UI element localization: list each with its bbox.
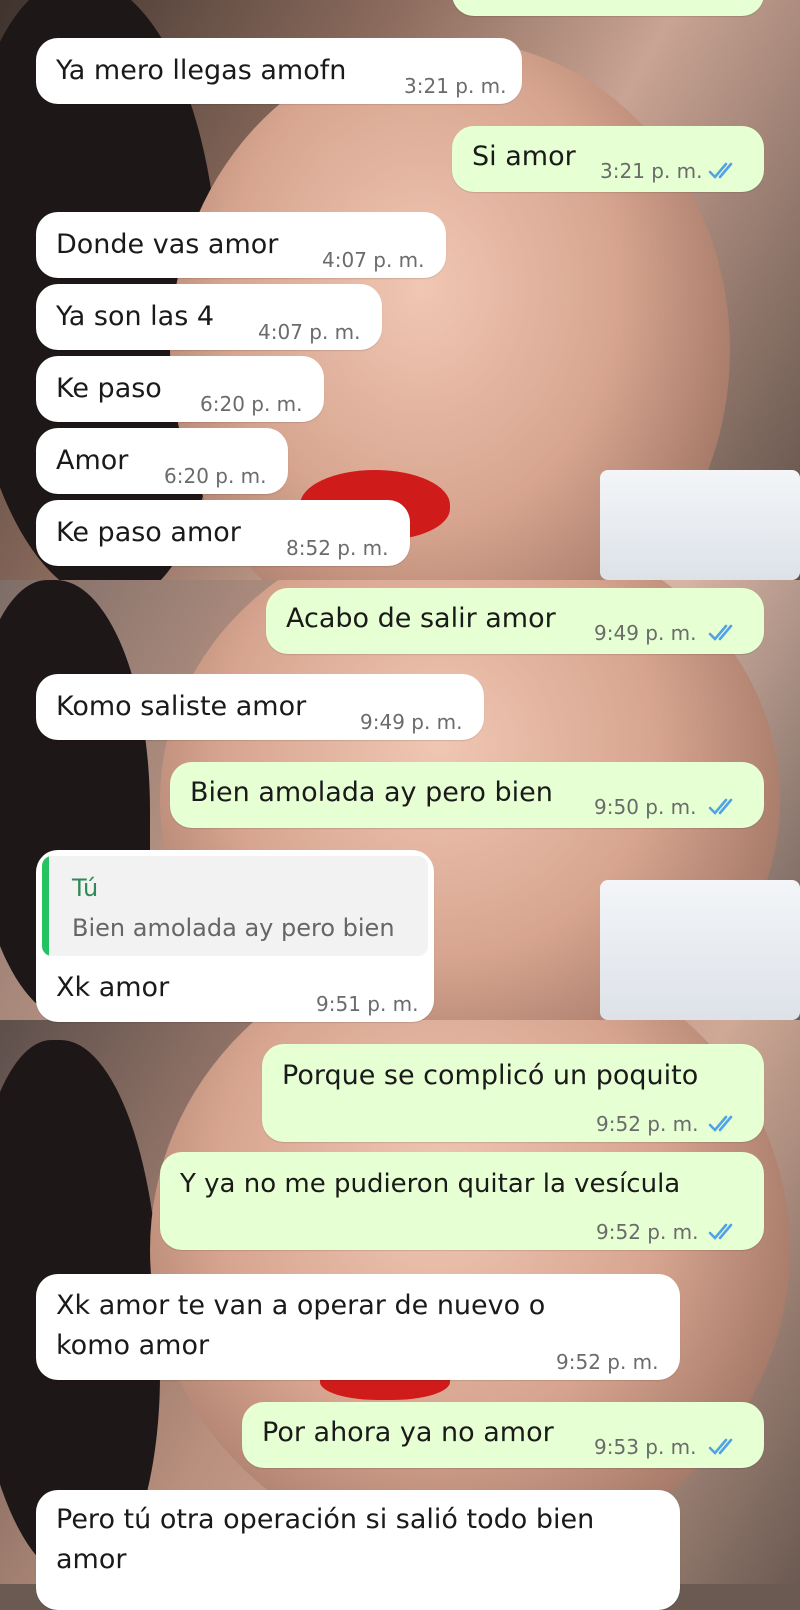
message-bubble-outgoing[interactable]: Y ya no me pudieron quitar la vesícula 9… bbox=[160, 1152, 764, 1250]
message-bubble-incoming[interactable]: Ke paso amor 8:52 p. m. bbox=[36, 500, 410, 566]
message-bubble-outgoing[interactable]: Por ahora ya no amor 9:53 p. m. bbox=[242, 1402, 764, 1468]
message-time: 3:21 p. m. bbox=[600, 159, 703, 183]
message-bubble-outgoing[interactable]: Porque se complicó un poquito 9:52 p. m. bbox=[262, 1044, 764, 1142]
message-text: Pero tú otra operación si salió todo bie… bbox=[56, 1504, 595, 1575]
quoted-reply[interactable]: Tú Bien amolada ay pero bien bbox=[42, 856, 428, 956]
message-text: Ke paso bbox=[56, 373, 162, 404]
message-time: 9:52 p. m. bbox=[556, 1350, 659, 1374]
message-time: 8:52 p. m. bbox=[286, 536, 389, 560]
message-time: 9:53 p. m. bbox=[594, 1435, 697, 1459]
message-text: Xk amor te van a operar de nuevo o komo … bbox=[56, 1290, 546, 1361]
message-bubble-incoming[interactable]: Xk amor te van a operar de nuevo o komo … bbox=[36, 1274, 680, 1380]
quoted-text: Bien amolada ay pero bien bbox=[72, 914, 395, 942]
double-check-icon bbox=[708, 624, 733, 641]
message-bubble-outgoing[interactable]: Si amor 3:21 p. m. bbox=[452, 126, 764, 192]
message-time: 9:51 p. m. bbox=[316, 992, 419, 1016]
reply-accent-bar bbox=[42, 856, 49, 956]
message-text: Por ahora ya no amor bbox=[262, 1417, 554, 1448]
message-bubble-outgoing[interactable]: Bien amolada ay pero bien 9:50 p. m. bbox=[170, 762, 764, 828]
message-text: Donde vas amor bbox=[56, 229, 279, 260]
message-time: 9:49 p. m. bbox=[594, 621, 697, 645]
message-bubble-incoming[interactable]: Pero tú otra operación si salió todo bie… bbox=[36, 1490, 680, 1610]
message-bubble-incoming[interactable]: Amor 6:20 p. m. bbox=[36, 428, 288, 494]
message-bubble-incoming-reply[interactable]: Tú Bien amolada ay pero bien Xk amor 9:5… bbox=[36, 850, 434, 1022]
message-text: Bien amolada ay pero bien bbox=[190, 777, 553, 808]
message-text: Amor bbox=[56, 445, 129, 476]
double-check-icon bbox=[708, 1438, 733, 1455]
message-time: 4:07 p. m. bbox=[322, 248, 425, 272]
message-text: Komo saliste amor bbox=[56, 691, 307, 722]
message-time: 9:52 p. m. bbox=[596, 1220, 699, 1244]
message-bubble-incoming[interactable]: Komo saliste amor 9:49 p. m. bbox=[36, 674, 484, 740]
double-check-icon bbox=[708, 1223, 733, 1240]
double-check-icon bbox=[708, 162, 733, 179]
message-time: 9:50 p. m. bbox=[594, 795, 697, 819]
message-text: Xk amor bbox=[56, 972, 170, 1003]
message-text: Si amor bbox=[472, 141, 576, 172]
message-text: Y ya no me pudieron quitar la vesícula bbox=[180, 1169, 681, 1199]
message-bubble-partial[interactable] bbox=[452, 0, 764, 16]
message-time: 6:20 p. m. bbox=[200, 392, 303, 416]
message-text: Ya son las 4 bbox=[56, 301, 215, 332]
wallpaper-pillow bbox=[600, 470, 800, 580]
message-text: Porque se complicó un poquito bbox=[282, 1060, 699, 1091]
message-bubble-incoming[interactable]: Ke paso 6:20 p. m. bbox=[36, 356, 324, 422]
double-check-icon bbox=[708, 1115, 733, 1132]
message-time: 6:20 p. m. bbox=[164, 464, 267, 488]
message-time: 4:07 p. m. bbox=[258, 320, 361, 344]
message-bubble-incoming[interactable]: Ya mero llegas amofn 3:21 p. m. bbox=[36, 38, 522, 104]
message-bubble-incoming[interactable]: Donde vas amor 4:07 p. m. bbox=[36, 212, 446, 278]
message-bubble-incoming[interactable]: Ya son las 4 4:07 p. m. bbox=[36, 284, 382, 350]
wallpaper-pillow-2 bbox=[600, 880, 800, 1020]
message-text: Ya mero llegas amofn bbox=[56, 55, 347, 86]
quoted-author: Tú bbox=[72, 874, 99, 902]
message-bubble-outgoing[interactable]: Acabo de salir amor 9:49 p. m. bbox=[266, 588, 764, 654]
message-time: 9:52 p. m. bbox=[596, 1112, 699, 1136]
message-time: 9:49 p. m. bbox=[360, 710, 463, 734]
message-time: 3:21 p. m. bbox=[404, 74, 507, 98]
message-text: Acabo de salir amor bbox=[286, 603, 556, 634]
message-text: Ke paso amor bbox=[56, 517, 241, 548]
double-check-icon bbox=[708, 798, 733, 815]
